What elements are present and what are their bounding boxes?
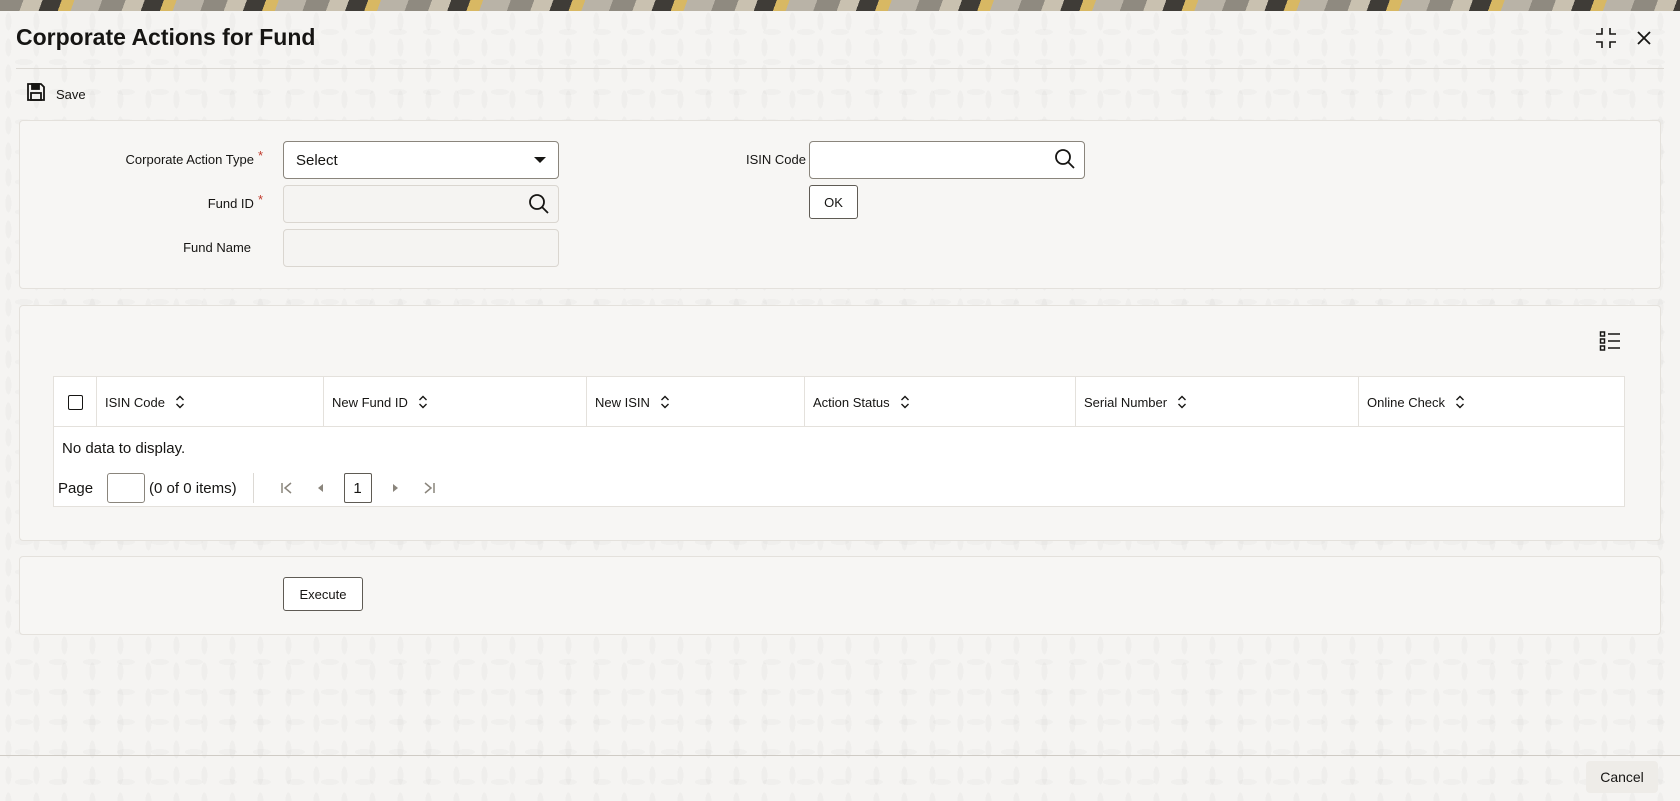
column-header[interactable]: New Fund ID <box>324 377 587 427</box>
sort-icon[interactable] <box>900 395 910 409</box>
column-header[interactable]: Online Check <box>1359 377 1624 427</box>
isin-code-field[interactable] <box>809 141 1085 179</box>
sort-icon[interactable] <box>660 395 670 409</box>
sort-icon[interactable] <box>1455 395 1465 409</box>
save-button[interactable]: Save <box>26 82 86 107</box>
previous-page-icon[interactable] <box>314 481 328 495</box>
page-number-input[interactable] <box>107 473 146 503</box>
sort-icon[interactable] <box>1177 395 1187 409</box>
fund-id-label: Fund ID * <box>207 192 263 211</box>
table-header: ISIN Code New Fund ID New ISIN Action St… <box>54 377 1624 427</box>
column-label: New ISIN <box>595 394 650 410</box>
corporate-action-type-select[interactable]: Select <box>283 141 559 179</box>
save-label: Save <box>56 87 86 102</box>
fund-name-label: Fund Name <box>183 240 251 255</box>
execute-button[interactable]: Execute <box>283 577 363 611</box>
items-count: (0 of 0 items) <box>149 479 237 497</box>
empty-message: No data to display. <box>62 440 186 457</box>
select-all-cell <box>54 377 97 427</box>
column-label: New Fund ID <box>332 394 408 410</box>
current-page-button[interactable]: 1 <box>343 473 372 503</box>
pager-divider <box>252 473 254 503</box>
cancel-button[interactable]: Cancel <box>1586 761 1658 793</box>
page-label: Page <box>58 479 94 497</box>
column-header[interactable]: Action Status <box>805 377 1076 427</box>
pagination: Page (0 of 0 items) 1 <box>58 472 446 504</box>
corporate-action-type-value: Select <box>296 151 338 169</box>
column-header[interactable]: New ISIN <box>587 377 805 427</box>
collapse-icon[interactable] <box>1594 26 1618 50</box>
fund-id-field[interactable] <box>283 185 559 223</box>
sort-icon[interactable] <box>418 395 428 409</box>
column-label: Online Check <box>1367 394 1446 410</box>
column-label: Serial Number <box>1084 394 1168 410</box>
actions-panel: Execute <box>19 556 1661 635</box>
results-table: ISIN Code New Fund ID New ISIN Action St… <box>53 376 1625 507</box>
header-banner <box>0 0 1680 11</box>
results-panel: ISIN Code New Fund ID New ISIN Action St… <box>19 305 1661 541</box>
next-page-icon[interactable] <box>388 481 402 495</box>
sort-icon[interactable] <box>175 395 185 409</box>
search-icon[interactable] <box>528 193 550 215</box>
floppy-disk-icon <box>26 82 46 107</box>
first-page-icon[interactable] <box>280 481 294 495</box>
corporate-action-type-label: Corporate Action Type * <box>125 148 263 167</box>
isin-code-label: ISIN Code <box>746 152 806 167</box>
chevron-down-icon <box>534 157 546 163</box>
column-header[interactable]: Serial Number <box>1076 377 1359 427</box>
column-label: Action Status <box>813 394 890 410</box>
close-icon[interactable] <box>1632 26 1656 50</box>
last-page-icon[interactable] <box>422 481 436 495</box>
column-header[interactable]: ISIN Code <box>97 377 324 427</box>
criteria-panel: Corporate Action Type * Select Fund ID * F… <box>19 120 1661 289</box>
ok-button[interactable]: OK <box>809 185 858 219</box>
column-label: ISIN Code <box>105 394 165 410</box>
page-title: Corporate Actions for Fund <box>16 24 316 50</box>
fund-name-field <box>283 229 559 267</box>
search-icon[interactable] <box>1054 148 1076 170</box>
footer-divider <box>0 755 1680 756</box>
window-controls <box>1594 26 1656 50</box>
column-settings-icon[interactable] <box>1599 330 1623 354</box>
title-divider <box>16 68 1664 69</box>
select-all-checkbox[interactable] <box>67 394 83 410</box>
